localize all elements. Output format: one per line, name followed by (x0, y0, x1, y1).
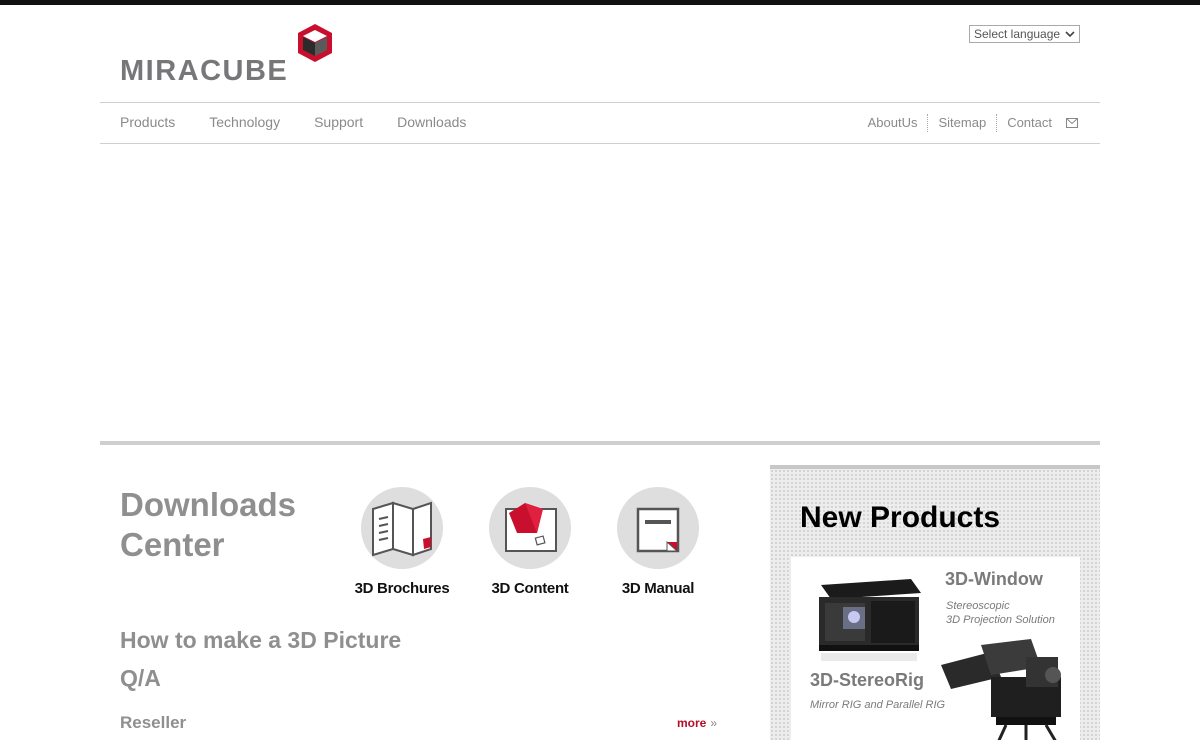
cube-logo-icon (298, 24, 332, 62)
new-products-title: New Products (800, 501, 1001, 534)
downloads-title-line2: Center (120, 526, 225, 563)
download-label: 3D Brochures (354, 580, 450, 597)
more-label: more (677, 716, 707, 730)
double-chevron-right-icon: » (710, 716, 718, 730)
brochure-icon (372, 501, 432, 557)
qa-link[interactable]: Q/A (120, 665, 161, 692)
nav-products[interactable]: Products (120, 114, 175, 130)
logo-wordmark: MIRACUBE (120, 55, 289, 87)
banner-divider (100, 441, 1100, 445)
product-description: Stereoscopic 3D Projection Solution (946, 600, 1055, 626)
download-3d-content[interactable]: 3D Content (470, 487, 590, 597)
reseller-link[interactable]: Reseller (120, 713, 186, 733)
how-to-3d-picture-link[interactable]: How to make a 3D Picture (120, 627, 401, 654)
product-name: 3D-Window (945, 569, 1043, 589)
miracube-logo[interactable]: MIRACUBE (120, 24, 335, 87)
downloads-title-line1: Downloads (120, 486, 297, 523)
nav-downloads[interactable]: Downloads (397, 114, 466, 130)
download-3d-manual[interactable]: 3D Manual (598, 487, 718, 597)
language-select-value: Select language (974, 27, 1061, 41)
main-nav: Products Technology Support Downloads Ab… (100, 102, 1100, 144)
nav-technology[interactable]: Technology (209, 114, 280, 130)
manual-icon (636, 507, 680, 553)
3d-stereorig-image (941, 639, 1061, 740)
chevron-down-icon (1065, 31, 1075, 38)
download-label: 3D Content (491, 580, 569, 597)
downloads-center-title: Downloads Center (120, 485, 340, 565)
nav-contact[interactable]: Contact (997, 114, 1066, 132)
nav-aboutus[interactable]: AboutUs (858, 114, 929, 132)
cube-content-icon (505, 503, 557, 552)
more-link[interactable]: more» (677, 716, 717, 730)
top-border (0, 0, 1200, 5)
new-products-panel: New Products 3D-Window Stereoscopic 3D P… (770, 465, 1100, 740)
new-products-card[interactable]: 3D-Window Stereoscopic 3D Projection Sol… (791, 557, 1080, 740)
product-description: Mirror RIG and Parallel RIG (810, 699, 946, 711)
mail-icon[interactable] (1066, 118, 1078, 128)
nav-sitemap[interactable]: Sitemap (928, 114, 998, 132)
language-select[interactable]: Select language (969, 25, 1080, 43)
nav-support[interactable]: Support (314, 114, 363, 130)
download-label: 3D Manual (621, 580, 695, 597)
3d-window-image (819, 579, 921, 661)
product-name: 3D-StereoRig (810, 670, 925, 690)
download-3d-brochures[interactable]: 3D Brochures (342, 487, 462, 597)
